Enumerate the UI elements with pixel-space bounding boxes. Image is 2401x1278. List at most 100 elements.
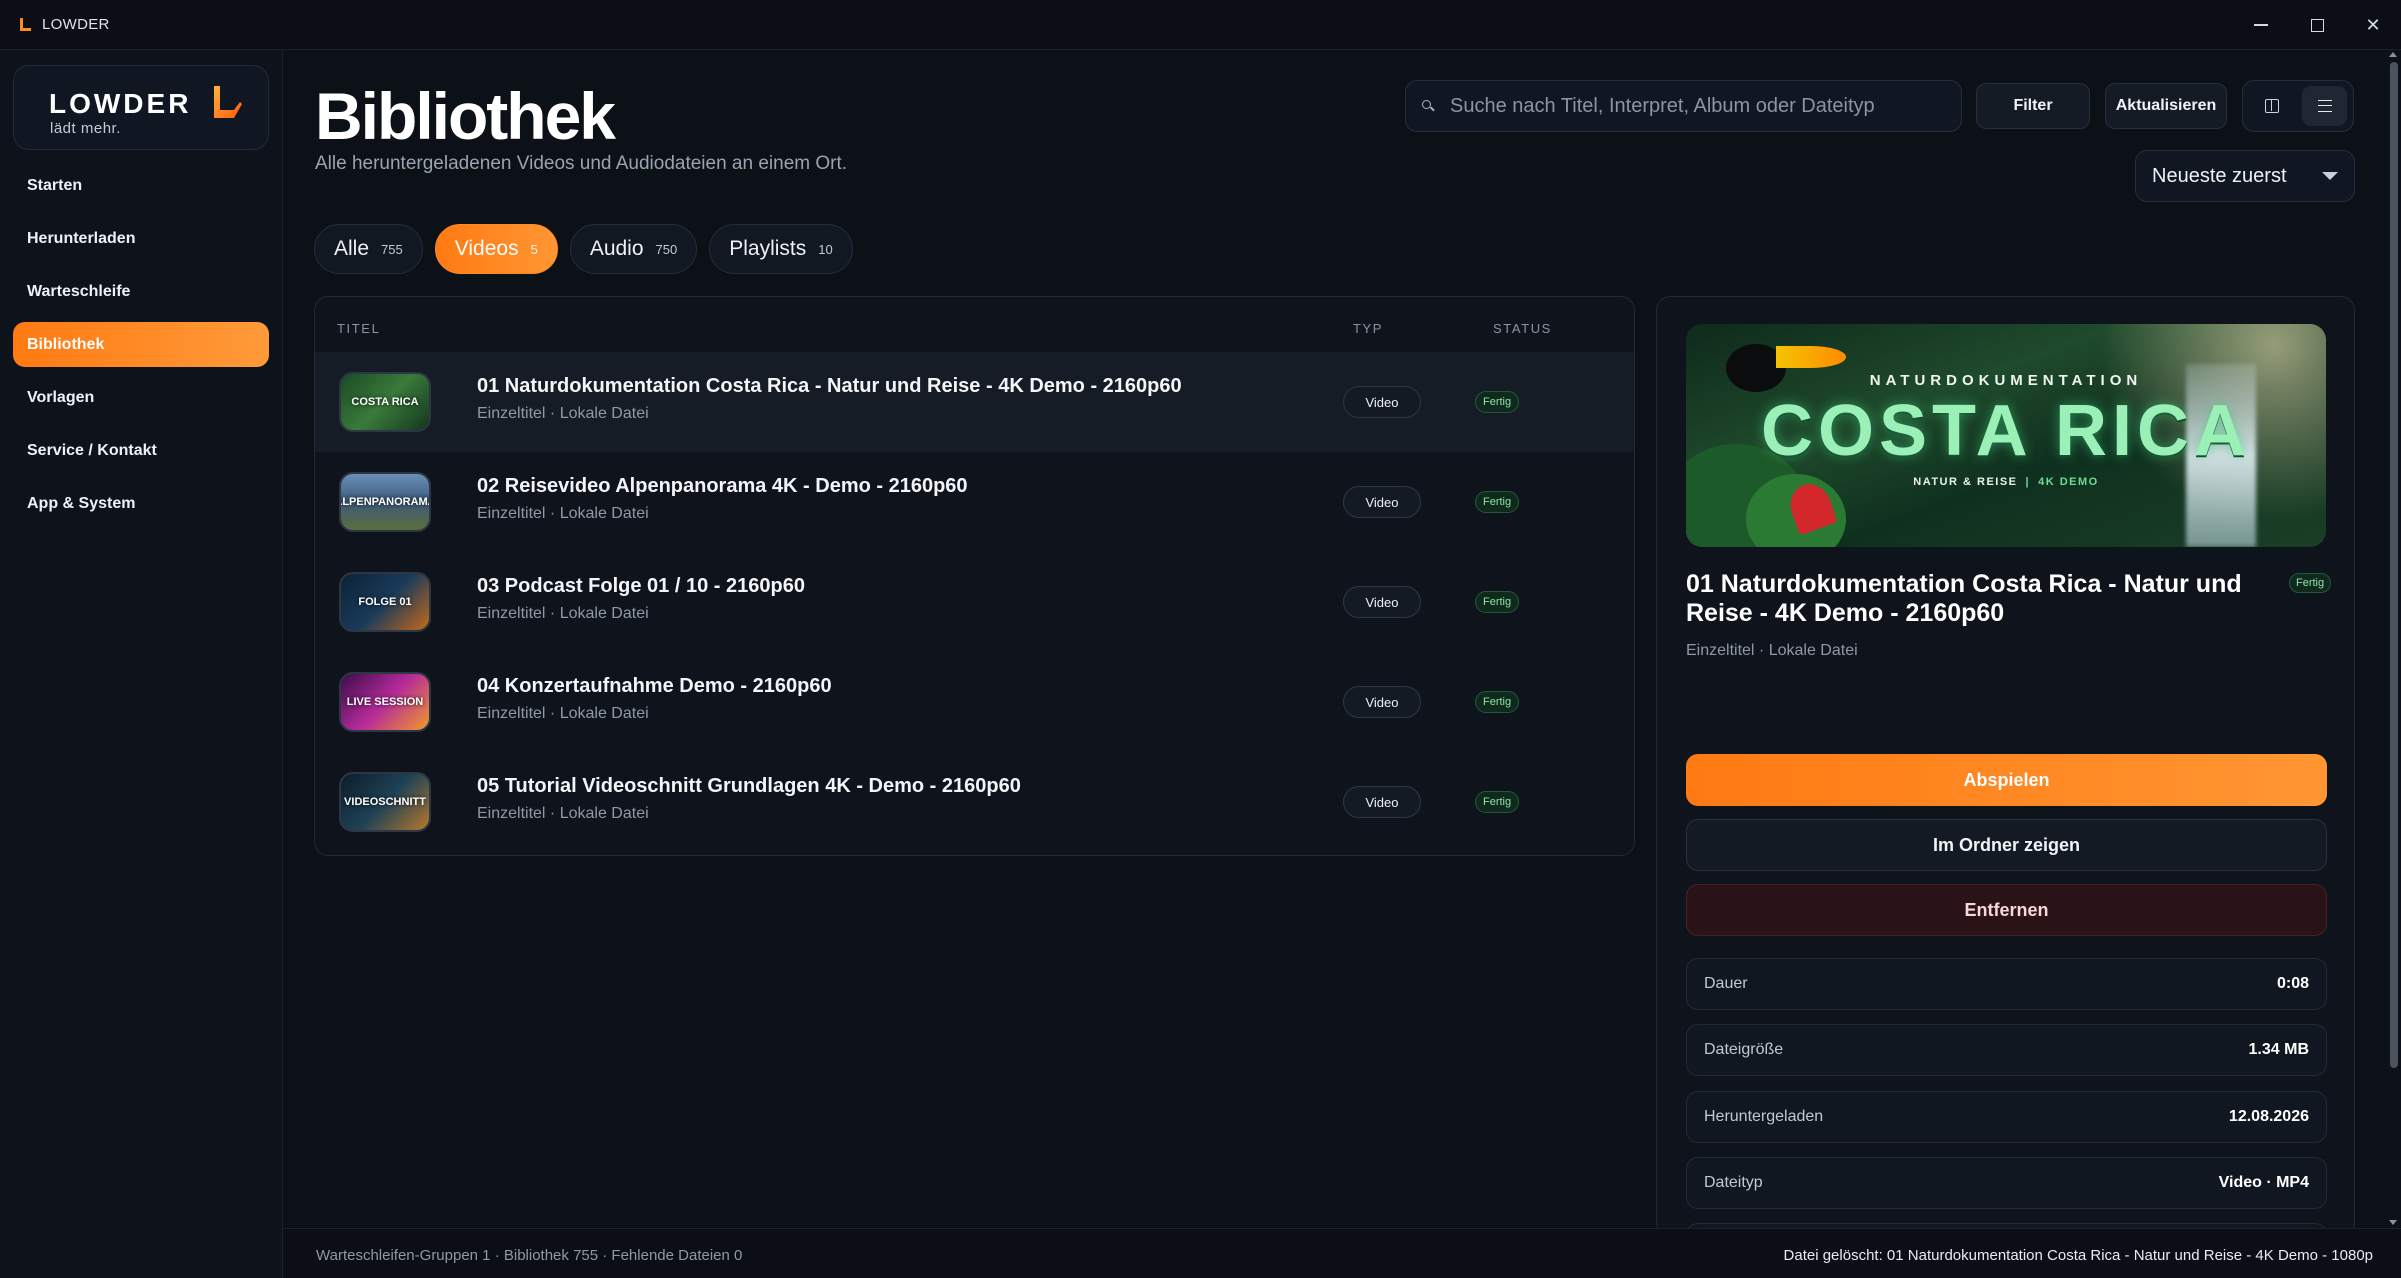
- tab-label: Alle: [334, 237, 370, 260]
- maximize-icon: [2310, 18, 2324, 32]
- status-bar: Warteschleifen-Gruppen 1 · Bibliothek 75…: [284, 1228, 2401, 1278]
- row-thumbnail: FOLGE 01: [339, 572, 431, 632]
- tab-label: Audio: [589, 237, 644, 260]
- play-button[interactable]: Abspielen: [1686, 754, 2327, 806]
- row-thumbnail: LIVE SESSION: [339, 672, 431, 732]
- sidebar-item-service-kontakt[interactable]: Service / Kontakt: [13, 428, 269, 473]
- sidebar-item-label: Vorlagen: [27, 388, 95, 406]
- grid-view-button[interactable]: [2249, 86, 2294, 126]
- window-controls: ✕: [2233, 0, 2401, 50]
- detail-subtitle: Einzeltitel · Lokale Datei: [1686, 642, 1858, 659]
- row-thumbnail: ALPENPANORAMA: [339, 472, 431, 532]
- row-subtitle: Einzeltitel · Lokale Datei: [477, 405, 649, 422]
- info-row-filesize: Dateigröße 1.34 MB: [1686, 1024, 2327, 1076]
- table-row[interactable]: VIDEOSCHNITT 05 Tutorial Videoschnitt Gr…: [315, 752, 1634, 852]
- refresh-button[interactable]: Aktualisieren: [2105, 83, 2227, 129]
- sidebar-item-herunterladen[interactable]: Herunterladen: [13, 216, 269, 261]
- detail-thumbnail: NATURDOKUMENTATION COSTA RICA NATUR & RE…: [1686, 324, 2326, 547]
- info-key: Dateigröße: [1704, 1041, 1784, 1058]
- row-title: 02 Reisevideo Alpenpanorama 4K - Demo - …: [477, 475, 968, 497]
- info-row-filetype: Dateityp Video · MP4: [1686, 1157, 2327, 1209]
- column-header-status: STATUS: [1493, 321, 1552, 336]
- status-summary: Warteschleifen-Gruppen 1 · Bibliothek 75…: [316, 1247, 743, 1264]
- tab-count: 10: [818, 241, 833, 257]
- row-title: 01 Naturdokumentation Costa Rica - Natur…: [477, 375, 1182, 397]
- row-status-badge: Fertig: [1475, 791, 1520, 813]
- sort-value: Neueste zuerst: [2152, 164, 2287, 187]
- table-row[interactable]: FOLGE 01 03 Podcast Folge 01 / 10 - 2160…: [315, 552, 1634, 652]
- table-row[interactable]: ALPENPANORAMA 02 Reisevideo Alpenpanoram…: [315, 452, 1634, 552]
- sidebar-item-app-system[interactable]: App & System: [13, 481, 269, 526]
- tab-playlists[interactable]: Playlists 10: [709, 224, 853, 274]
- tab-label: Playlists: [729, 237, 807, 260]
- sidebar: LOWDER lädt mehr. Starten Herunterladen …: [0, 50, 283, 1278]
- row-title: 04 Konzertaufnahme Demo - 2160p60: [477, 675, 832, 697]
- hero-kicker: NATURDOKUMENTATION: [1869, 372, 2143, 389]
- info-value: Video · MP4: [2218, 1174, 2309, 1191]
- sidebar-item-starten[interactable]: Starten: [13, 163, 269, 208]
- row-type-badge: Video: [1343, 486, 1421, 518]
- remove-button[interactable]: Entfernen: [1686, 884, 2327, 936]
- table-row[interactable]: LIVE SESSION 04 Konzertaufnahme Demo - 2…: [315, 652, 1634, 752]
- search-box[interactable]: [1405, 80, 1962, 132]
- detail-panel: NATURDOKUMENTATION COSTA RICA NATUR & RE…: [1656, 296, 2355, 1236]
- info-key: Dauer: [1704, 975, 1748, 992]
- library-table: TITEL TYP STATUS COSTA RICA 01 Naturdoku…: [314, 296, 1635, 856]
- page-subtitle: Alle heruntergeladenen Videos und Audiod…: [315, 153, 848, 174]
- minimize-icon: [2254, 24, 2268, 26]
- sidebar-item-label: Service / Kontakt: [27, 441, 157, 459]
- grid-view-icon: [2264, 99, 2279, 113]
- hero-sub-left: NATUR & REISE: [1913, 476, 2018, 488]
- sidebar-item-vorlagen[interactable]: Vorlagen: [13, 375, 269, 420]
- show-in-folder-button[interactable]: Im Ordner zeigen: [1686, 819, 2327, 871]
- row-subtitle: Einzeltitel · Lokale Datei: [477, 805, 649, 822]
- filter-button[interactable]: Filter: [1976, 83, 2090, 129]
- row-subtitle: Einzeltitel · Lokale Datei: [477, 505, 649, 522]
- info-value: 12.08.2026: [2228, 1108, 2309, 1125]
- scrollbar-thumb[interactable]: [2390, 62, 2398, 1068]
- logo-wordmark: LOWDER: [49, 88, 192, 119]
- tab-videos[interactable]: Videos 5: [434, 224, 558, 274]
- tab-audio[interactable]: Audio 750: [569, 224, 698, 274]
- search-input[interactable]: [1450, 94, 1961, 118]
- minimize-button[interactable]: [2233, 0, 2289, 50]
- row-title: 05 Tutorial Videoschnitt Grundlagen 4K -…: [477, 775, 1021, 797]
- row-type-badge: Video: [1343, 386, 1421, 418]
- filter-tabs: Alle 755 Videos 5 Audio 750 Playlists 10: [314, 224, 853, 274]
- sort-select[interactable]: Neueste zuerst: [2135, 150, 2355, 202]
- row-subtitle: Einzeltitel · Lokale Datei: [477, 605, 649, 622]
- logo-card[interactable]: LOWDER lädt mehr.: [13, 65, 269, 150]
- scroll-up-arrow-icon[interactable]: [2389, 52, 2397, 57]
- maximize-button[interactable]: [2289, 0, 2345, 50]
- hero-subline: NATUR & REISE | 4K DEMO: [1686, 476, 2326, 488]
- sidebar-item-label: Starten: [27, 176, 83, 194]
- row-title: 03 Podcast Folge 01 / 10 - 2160p60: [477, 575, 805, 597]
- window-title: LOWDER: [42, 16, 110, 33]
- sidebar-item-bibliothek[interactable]: Bibliothek: [13, 322, 269, 367]
- list-view-icon: [2317, 100, 2332, 112]
- row-status-badge: Fertig: [1475, 691, 1520, 713]
- scroll-down-arrow-icon[interactable]: [2389, 1220, 2397, 1225]
- row-type-badge: Video: [1343, 586, 1421, 618]
- search-icon: [1422, 100, 1434, 112]
- close-icon: ✕: [2365, 14, 2381, 35]
- sidebar-item-warteschleife[interactable]: Warteschleife: [13, 269, 269, 314]
- chevron-down-icon: [2322, 172, 2338, 180]
- list-view-button[interactable]: [2302, 86, 2347, 126]
- row-thumbnail: VIDEOSCHNITT: [339, 772, 431, 832]
- tab-alle[interactable]: Alle 755: [314, 224, 423, 274]
- detail-title: 01 Naturdokumentation Costa Rica - Natur…: [1686, 570, 2242, 627]
- tab-label: Videos: [454, 237, 519, 260]
- title-bar: LOWDER ✕: [0, 0, 2401, 50]
- app-logo-icon: [18, 17, 32, 32]
- row-type-badge: Video: [1343, 686, 1421, 718]
- close-button[interactable]: ✕: [2345, 0, 2401, 50]
- column-header-title: TITEL: [337, 321, 381, 336]
- table-row[interactable]: COSTA RICA 01 Naturdokumentation Costa R…: [315, 352, 1634, 452]
- info-row-duration: Dauer 0:08: [1686, 958, 2327, 1010]
- sidebar-item-label: Herunterladen: [27, 229, 136, 247]
- row-status-badge: Fertig: [1475, 391, 1520, 413]
- hero-headline: COSTA RICA: [1761, 391, 2251, 471]
- sidebar-item-label: App & System: [27, 494, 136, 512]
- logo-tagline: lädt mehr.: [50, 120, 121, 137]
